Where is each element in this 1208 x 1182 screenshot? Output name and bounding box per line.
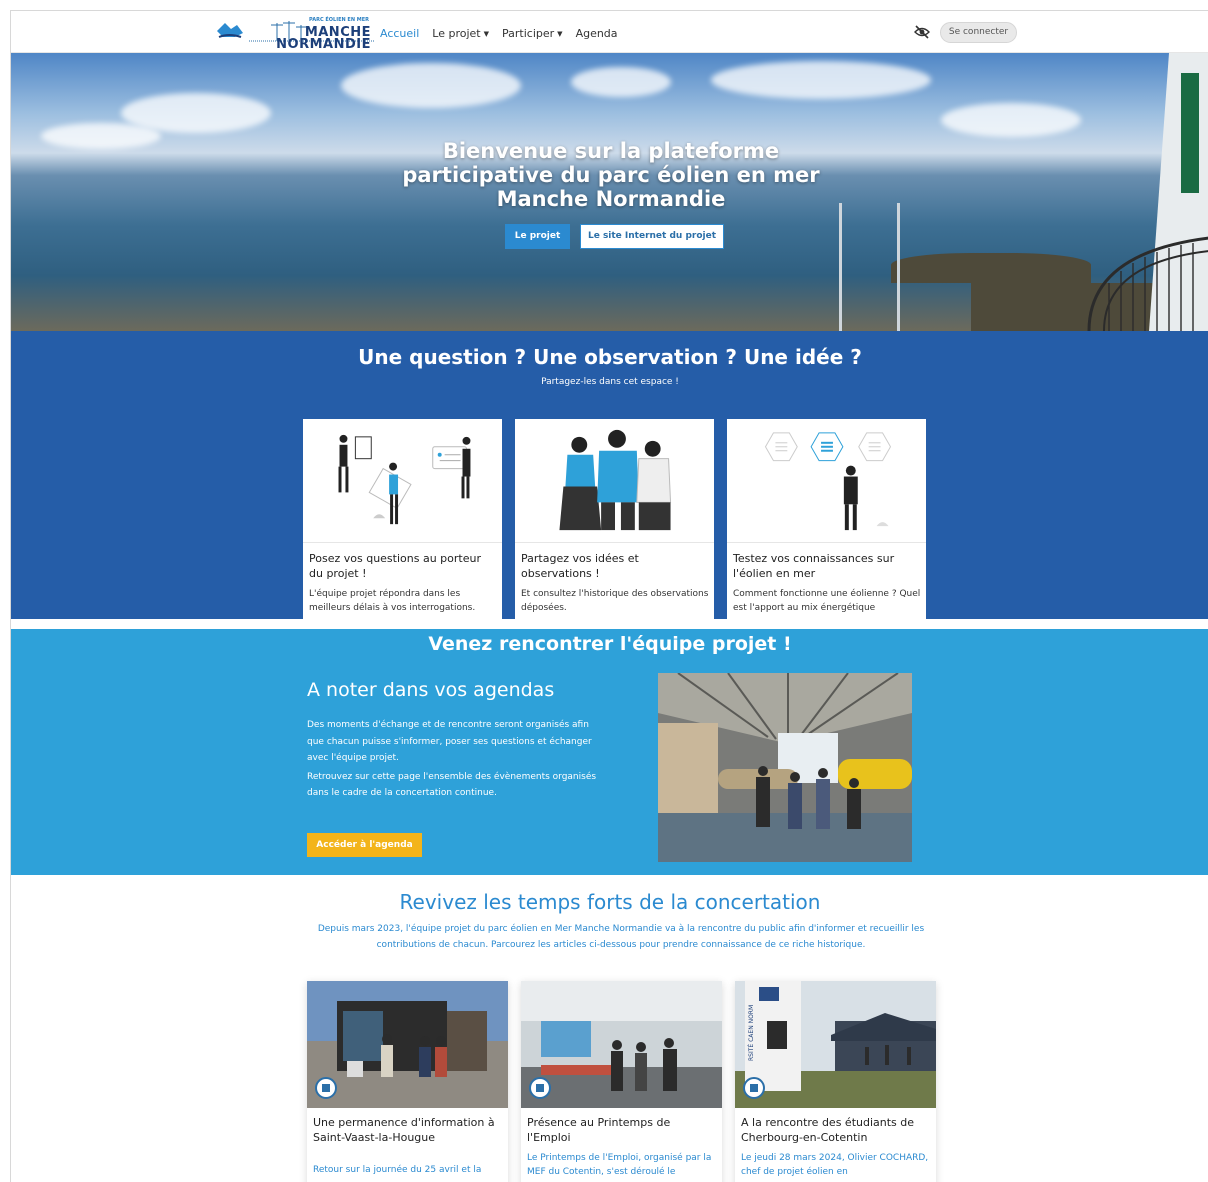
article-excerpt: Retour sur la journée du 25 avril et la [313, 1165, 482, 1175]
article-excerpt: Le jeudi 28 mars 2024, Olivier COCHARD, … [741, 1153, 929, 1177]
nav-item-le-projet[interactable]: Le projet ▼ [432, 27, 489, 40]
eye-slash-icon[interactable] [914, 25, 930, 39]
nav-item-accueil[interactable]: Accueil [380, 27, 419, 40]
quiz-hexagons-illustration [727, 432, 926, 543]
card-title: Partagez vos idées et observations ! [521, 552, 639, 580]
cloud [711, 61, 931, 99]
agenda-paragraph: Retrouvez sur cette page l'ensemble des … [307, 771, 597, 799]
nav-item-label: Le projet [432, 27, 481, 40]
lighthouse-balcony-illustration [1087, 53, 1208, 331]
cloud [341, 63, 521, 108]
people-questions-illustration [303, 434, 502, 543]
hero-banner: Bienvenue sur la plateforme participativ… [11, 53, 1208, 331]
section-title: Venez rencontrer l'équipe projet ! [428, 633, 792, 655]
highlights-section: Revivez les temps forts de la concertati… [11, 875, 1208, 1182]
card-text: Et consultez l'historique des observatio… [521, 589, 709, 613]
section-title: Revivez les temps forts de la concertati… [399, 890, 821, 914]
pole [839, 203, 842, 331]
site-header: PARC ÉOLIEN EN MER MANCHE NORMANDIE Accu… [11, 11, 1208, 53]
newspaper-icon [315, 1077, 337, 1099]
cloud [571, 67, 671, 97]
article-photo [307, 981, 508, 1108]
main-nav: Accueil Le projet ▼ Participer ▼ Agenda [380, 27, 618, 40]
card-quiz[interactable]: Testez vos connaissances sur l'éolien en… [727, 419, 926, 619]
exhibition-hall-photo [658, 673, 912, 862]
caret-down-icon: ▼ [557, 30, 563, 38]
project-website-button[interactable]: Le site Internet du projet [580, 224, 724, 249]
newspaper-icon [743, 1077, 765, 1099]
card-title: Testez vos connaissances sur l'éolien en… [733, 552, 895, 580]
card-text: Comment fonctionne une éolienne ? Quel e… [733, 589, 921, 613]
logo-line-2: NORMANDIE [276, 37, 371, 52]
nav-item-agenda[interactable]: Agenda [576, 27, 618, 40]
article-card[interactable]: RSITÉ CAEN NORM A la rencontre des étudi… [735, 981, 936, 1182]
section-subtitle: Partagez-les dans cet espace ! [541, 377, 679, 387]
card-questions[interactable]: Posez vos questions au porteur du projet… [303, 419, 502, 619]
agenda-button[interactable]: Accéder à l'agenda [307, 833, 422, 857]
login-button[interactable]: Se connecter [940, 22, 1017, 43]
participation-section: Une question ? Une observation ? Une idé… [11, 331, 1208, 619]
article-title: A la rencontre des étudiants de Cherbour… [741, 1116, 915, 1144]
people-ideas-illustration [515, 429, 714, 543]
nav-item-participer[interactable]: Participer ▼ [502, 27, 563, 40]
agenda-paragraph: Des moments d'échange et de rencontre se… [307, 720, 592, 763]
article-title: Présence au Printemps de l'Emploi [527, 1116, 671, 1144]
agenda-description: Des moments d'échange et de rencontre se… [307, 717, 607, 802]
campus-sign-text: RSITÉ CAEN NORM [747, 1005, 755, 1061]
article-photo: RSITÉ CAEN NORM [735, 981, 936, 1108]
section-intro: Depuis mars 2023, l'équipe projet du par… [317, 924, 925, 950]
agenda-section: Venez rencontrer l'équipe projet ! A not… [11, 629, 1208, 875]
browser-page: PARC ÉOLIEN EN MER MANCHE NORMANDIE Accu… [10, 10, 1208, 1182]
article-title: Une permanence d'information à Saint-Vaa… [313, 1116, 495, 1144]
article-excerpt: Le Printemps de l'Emploi, organisé par l… [527, 1153, 712, 1177]
site-logo[interactable]: PARC ÉOLIEN EN MER MANCHE NORMANDIE [215, 15, 375, 52]
agenda-subtitle: A noter dans vos agendas [307, 679, 555, 701]
card-ideas[interactable]: Partagez vos idées et observations ! Et … [515, 419, 714, 619]
le-projet-button[interactable]: Le projet [505, 224, 570, 249]
nav-item-label: Participer [502, 27, 555, 40]
caret-down-icon: ▼ [483, 30, 490, 38]
cloud [41, 123, 161, 149]
section-title: Une question ? Une observation ? Une idé… [358, 345, 862, 369]
article-card[interactable]: Présence au Printemps de l'Emploi Le Pri… [521, 981, 722, 1182]
card-text: L'équipe projet répondra dans les meille… [309, 589, 476, 613]
hero-title: Bienvenue sur la plateforme participativ… [402, 139, 820, 211]
logo-subtitle: PARC ÉOLIEN EN MER [309, 17, 369, 23]
article-photo [521, 981, 722, 1108]
article-card[interactable]: Une permanence d'information à Saint-Vaa… [307, 981, 508, 1182]
card-title: Posez vos questions au porteur du projet… [309, 552, 481, 580]
pole [897, 203, 900, 331]
newspaper-icon [529, 1077, 551, 1099]
